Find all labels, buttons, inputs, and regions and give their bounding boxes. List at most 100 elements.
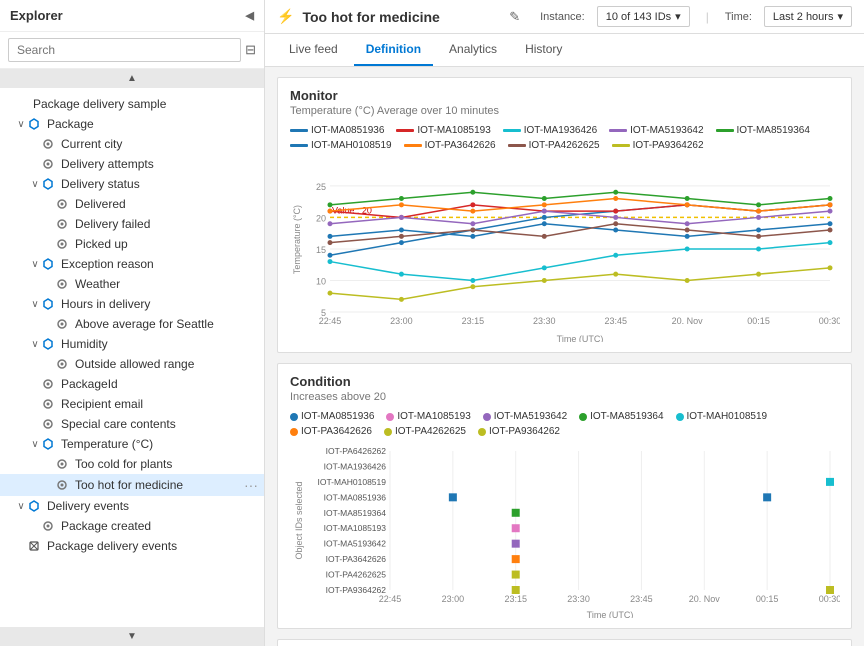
tree-item-icon [56, 278, 72, 290]
sidebar-item-package-created[interactable]: Package created [0, 516, 264, 536]
sidebar-item-temperature[interactable]: ∨Temperature (°C) [0, 434, 264, 454]
svg-text:23:00: 23:00 [390, 316, 413, 326]
tree-item-icon [42, 158, 58, 170]
tree-item-icon [56, 318, 72, 330]
sidebar-item-pkg-delivery-events[interactable]: Package delivery events [0, 536, 264, 556]
sidebar-item-weather[interactable]: Weather··· [0, 274, 264, 294]
time-dropdown[interactable]: Last 2 hours ▾ [764, 6, 852, 27]
tree-item-icon [56, 218, 72, 230]
sidebar-item-recipient-email[interactable]: Recipient email [0, 394, 264, 414]
svg-text:23:15: 23:15 [504, 594, 527, 604]
sidebar-item-pkg-delivery-sample[interactable]: Package delivery sample [0, 94, 264, 114]
toggle-icon: ∨ [28, 339, 42, 350]
tree-item-label: Package [47, 117, 264, 131]
tree-area: Package delivery sample∨PackageCurrent c… [0, 88, 264, 627]
monitor-chart: 510152025Value : 2022:4523:0023:1523:302… [290, 157, 839, 342]
svg-text:IOT-MA1936426: IOT-MA1936426 [324, 461, 387, 471]
chevron-down-icon2: ▾ [837, 10, 843, 23]
condition-legend-item: IOT-MA5193642 [483, 411, 567, 422]
sidebar-title: Explorer [10, 8, 63, 23]
tree-item-label: Hours in delivery [61, 297, 264, 311]
more-button[interactable]: ··· [238, 477, 264, 493]
condition-card: Condition Increases above 20 IOT-MA08519… [277, 363, 852, 629]
tree-item-icon [28, 500, 44, 512]
sidebar-item-too-cold[interactable]: Too cold for plants [0, 454, 264, 474]
sidebar-item-outside-allowed[interactable]: Outside allowed range [0, 354, 264, 374]
sidebar-item-delivery-events[interactable]: ∨Delivery events [0, 496, 264, 516]
title-icon: ⚡ [277, 8, 294, 25]
search-input[interactable] [8, 38, 241, 62]
svg-text:Object IDs selected: Object IDs selected [294, 481, 304, 559]
sidebar-item-delivery-failed[interactable]: Delivery failed [0, 214, 264, 234]
svg-text:IOT-MA1085193: IOT-MA1085193 [324, 523, 387, 533]
condition-legend-item: IOT-MA1085193 [386, 411, 470, 422]
sidebar-item-above-average[interactable]: Above average for Seattle [0, 314, 264, 334]
svg-text:20. Nov: 20. Nov [672, 316, 704, 326]
scroll-up-arrow[interactable]: ▲ [0, 69, 264, 88]
monitor-legend-item: IOT-MA5193642 [609, 125, 703, 136]
svg-text:IOT-PA6426262: IOT-PA6426262 [326, 446, 387, 456]
instance-dropdown[interactable]: 10 of 143 IDs ▾ [597, 6, 690, 27]
tab-definition[interactable]: Definition [354, 34, 433, 66]
svg-text:Temperature (°C): Temperature (°C) [292, 205, 302, 274]
condition-legend: IOT-MA0851936IOT-MA1085193IOT-MA5193642I… [290, 411, 839, 437]
tree-item-icon [42, 258, 58, 270]
sidebar-item-current-city[interactable]: Current city [0, 134, 264, 154]
sidebar-item-delivery-status[interactable]: ∨Delivery status [0, 174, 264, 194]
tree-item-label: Special care contents [61, 417, 264, 431]
sidebar-item-package[interactable]: ∨Package [0, 114, 264, 134]
main-content: ⚡ Too hot for medicine ✎ Instance: 10 of… [265, 0, 864, 646]
condition-subtitle: Increases above 20 [290, 391, 839, 403]
svg-text:IOT-MA0851936: IOT-MA0851936 [324, 492, 387, 502]
tree-item-label: Current city [61, 137, 264, 151]
tree-item-icon [56, 458, 72, 470]
tab-livefeed[interactable]: Live feed [277, 34, 350, 66]
sidebar-item-picked-up[interactable]: Picked up [0, 234, 264, 254]
svg-text:IOT-MAH0108519: IOT-MAH0108519 [317, 477, 386, 487]
filter-icon[interactable]: ⊟ [245, 42, 256, 58]
toggle-icon: ∨ [28, 299, 42, 310]
svg-text:Time (UTC): Time (UTC) [557, 334, 604, 342]
tree-item-icon [42, 298, 58, 310]
sidebar: Explorer ◀ ⊟ ▲ Package delivery sample∨P… [0, 0, 265, 646]
collapse-icon[interactable]: ◀ [246, 9, 254, 22]
sidebar-item-packageid[interactable]: PackageId··· [0, 374, 264, 394]
svg-text:22:45: 22:45 [379, 594, 402, 604]
monitor-card: Monitor Temperature (°C) Average over 10… [277, 77, 852, 353]
tree-item-label: Weather [75, 277, 264, 291]
svg-text:00:15: 00:15 [747, 316, 770, 326]
monitor-legend-item: IOT-MA1936426 [503, 125, 597, 136]
tree-item-label: Package delivery events [47, 539, 264, 553]
monitor-legend-item: IOT-MAH0108519 [290, 140, 392, 151]
svg-text:00:30: 00:30 [819, 316, 840, 326]
scroll-down-arrow[interactable]: ▼ [0, 627, 264, 646]
tree-item-icon [56, 198, 72, 210]
tree-item-icon [56, 479, 72, 491]
sidebar-item-exception-reason[interactable]: ∨Exception reason [0, 254, 264, 274]
monitor-title: Monitor [290, 88, 839, 103]
sidebar-item-too-hot[interactable]: Too hot for medicine··· [0, 474, 264, 496]
tree-item-icon [56, 238, 72, 250]
svg-text:25: 25 [316, 182, 326, 192]
tab-analytics[interactable]: Analytics [437, 34, 509, 66]
sidebar-item-humidity[interactable]: ∨Humidity··· [0, 334, 264, 354]
svg-text:23:45: 23:45 [630, 594, 653, 604]
tree-item-label: Too cold for plants [75, 457, 264, 471]
chevron-down-icon: ▾ [675, 10, 681, 23]
sidebar-item-hours-in-delivery[interactable]: ∨ Hours in delivery [0, 294, 264, 314]
sidebar-item-special-care[interactable]: Special care contents··· [0, 414, 264, 434]
edit-icon[interactable]: ✎ [509, 9, 520, 25]
tree-item-label: Package delivery sample [33, 97, 264, 111]
tree-item-label: Too hot for medicine [75, 478, 238, 492]
page-title: Too hot for medicine [302, 9, 501, 25]
tree-item-icon [42, 378, 58, 390]
tree-item-label: Delivery attempts [61, 157, 264, 171]
tab-history[interactable]: History [513, 34, 574, 66]
svg-text:IOT-MA8519364: IOT-MA8519364 [324, 508, 387, 518]
sidebar-item-delivery-attempts[interactable]: Delivery attempts [0, 154, 264, 174]
sidebar-item-delivered[interactable]: Delivered [0, 194, 264, 214]
time-label: Time: [725, 11, 752, 23]
monitor-subtitle: Temperature (°C) Average over 10 minutes [290, 105, 839, 117]
tree-item-icon [42, 418, 58, 430]
toggle-icon: ∨ [28, 439, 42, 450]
